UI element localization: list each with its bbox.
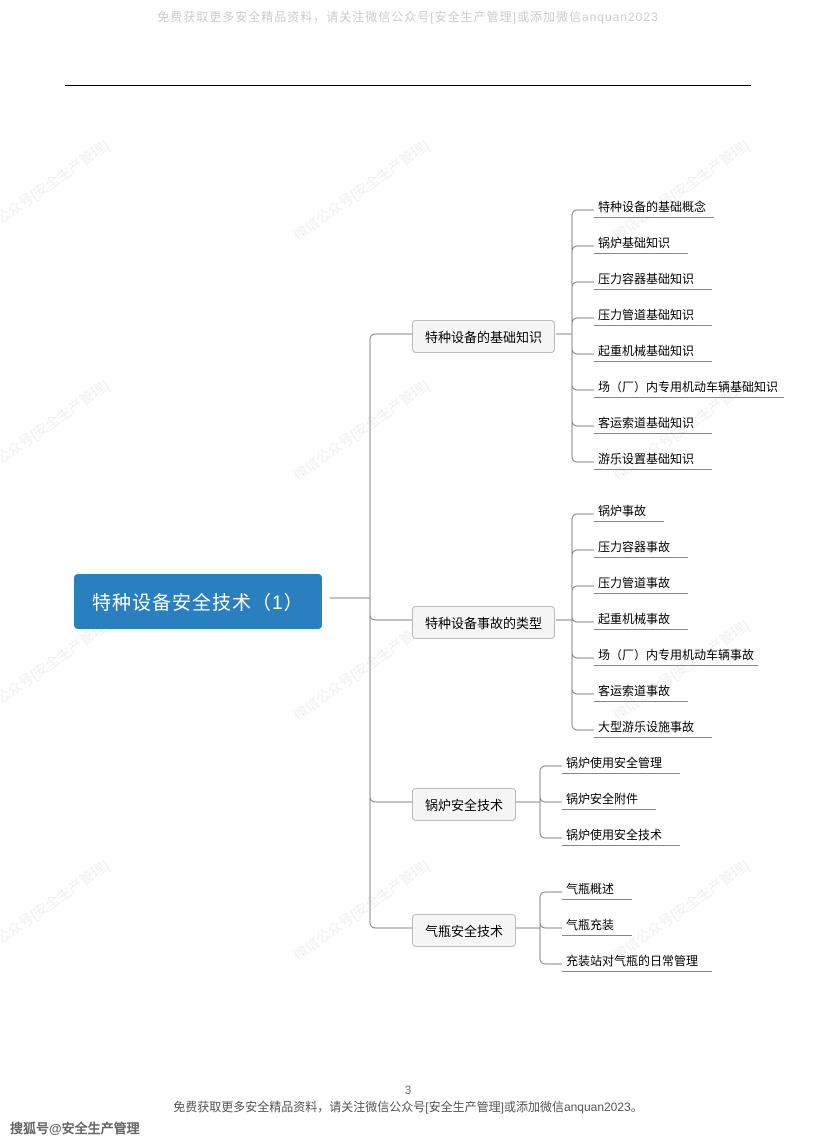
leaf-underline	[594, 288, 712, 290]
leaf-underline	[562, 970, 712, 972]
diagonal-watermark: 微信公众号[安全生产管理]	[609, 615, 753, 724]
sohu-credit: 搜狐号@安全生产管理	[10, 1118, 140, 1137]
diagonal-watermark: 微信公众号[安全生产管理]	[289, 375, 433, 484]
leaf-underline	[594, 216, 714, 218]
diagonal-watermark: 微信公众号[安全生产管理]	[0, 855, 113, 964]
leaf-node: 客运索道基础知识	[598, 414, 694, 431]
leaf-underline	[562, 934, 632, 936]
top-watermark: 免费获取更多安全精品资料，请关注微信公众号[安全生产管理]或添加微信anquan…	[0, 8, 816, 25]
leaf-underline	[594, 664, 758, 666]
leaf-node: 游乐设置基础知识	[598, 450, 694, 467]
leaf-node: 锅炉基础知识	[598, 234, 670, 251]
leaf-underline	[594, 360, 712, 362]
footer-text: 免费获取更多安全精品资料，请关注微信公众号[安全生产管理]或添加微信anquan…	[0, 1098, 816, 1115]
leaf-underline	[594, 396, 784, 398]
horizontal-rule	[65, 85, 751, 86]
leaf-node: 锅炉使用安全管理	[566, 754, 662, 771]
leaf-underline	[594, 592, 688, 594]
diagonal-watermark: 微信公众号[安全生产管理]	[0, 375, 113, 484]
leaf-underline	[562, 772, 680, 774]
leaf-underline	[594, 556, 688, 558]
document-page: 免费获取更多安全精品资料，请关注微信公众号[安全生产管理]或添加微信anquan…	[0, 0, 816, 1145]
leaf-node: 锅炉使用安全技术	[566, 826, 662, 843]
leaf-underline	[562, 844, 680, 846]
connector-lines	[0, 0, 816, 1145]
branch-node: 锅炉安全技术	[412, 788, 516, 821]
diagonal-watermark: 微信公众号[安全生产管理]	[289, 135, 433, 244]
leaf-node: 锅炉安全附件	[566, 790, 638, 807]
leaf-node: 锅炉事故	[598, 502, 646, 519]
leaf-underline	[594, 736, 712, 738]
leaf-underline	[562, 898, 632, 900]
leaf-node: 压力管道基础知识	[598, 306, 694, 323]
leaf-underline	[594, 628, 688, 630]
mindmap-root: 特种设备安全技术（1）	[74, 574, 322, 629]
diagonal-watermark: 微信公众号[安全生产管理]	[609, 855, 753, 964]
leaf-node: 场（厂）内专用机动车辆基础知识	[598, 378, 778, 395]
leaf-node: 充装站对气瓶的日常管理	[566, 952, 698, 969]
diagonal-watermark: 微信公众号[安全生产管理]	[0, 135, 113, 244]
leaf-node: 起重机械事故	[598, 610, 670, 627]
leaf-underline	[594, 324, 712, 326]
leaf-underline	[594, 700, 688, 702]
branch-node: 特种设备事故的类型	[412, 606, 555, 639]
leaf-underline	[562, 808, 656, 810]
leaf-underline	[594, 520, 664, 522]
leaf-node: 压力容器事故	[598, 538, 670, 555]
leaf-node: 客运索道事故	[598, 682, 670, 699]
leaf-node: 大型游乐设施事故	[598, 718, 694, 735]
leaf-node: 压力管道事故	[598, 574, 670, 591]
branch-node: 特种设备的基础知识	[412, 320, 555, 353]
leaf-node: 气瓶充装	[566, 916, 614, 933]
leaf-node: 压力容器基础知识	[598, 270, 694, 287]
leaf-underline	[594, 432, 712, 434]
page-number: 3	[0, 1083, 816, 1097]
leaf-node: 场（厂）内专用机动车辆事故	[598, 646, 754, 663]
diagonal-watermark: 微信公众号[安全生产管理]	[609, 135, 753, 244]
leaf-underline	[594, 252, 688, 254]
branch-node: 气瓶安全技术	[412, 914, 516, 947]
diagonal-watermark: 微信公众号[安全生产管理]	[0, 615, 113, 724]
diagonal-watermark: 微信公众号[安全生产管理]	[289, 855, 433, 964]
leaf-underline	[594, 468, 712, 470]
leaf-node: 特种设备的基础概念	[598, 198, 706, 215]
leaf-node: 起重机械基础知识	[598, 342, 694, 359]
leaf-node: 气瓶概述	[566, 880, 614, 897]
